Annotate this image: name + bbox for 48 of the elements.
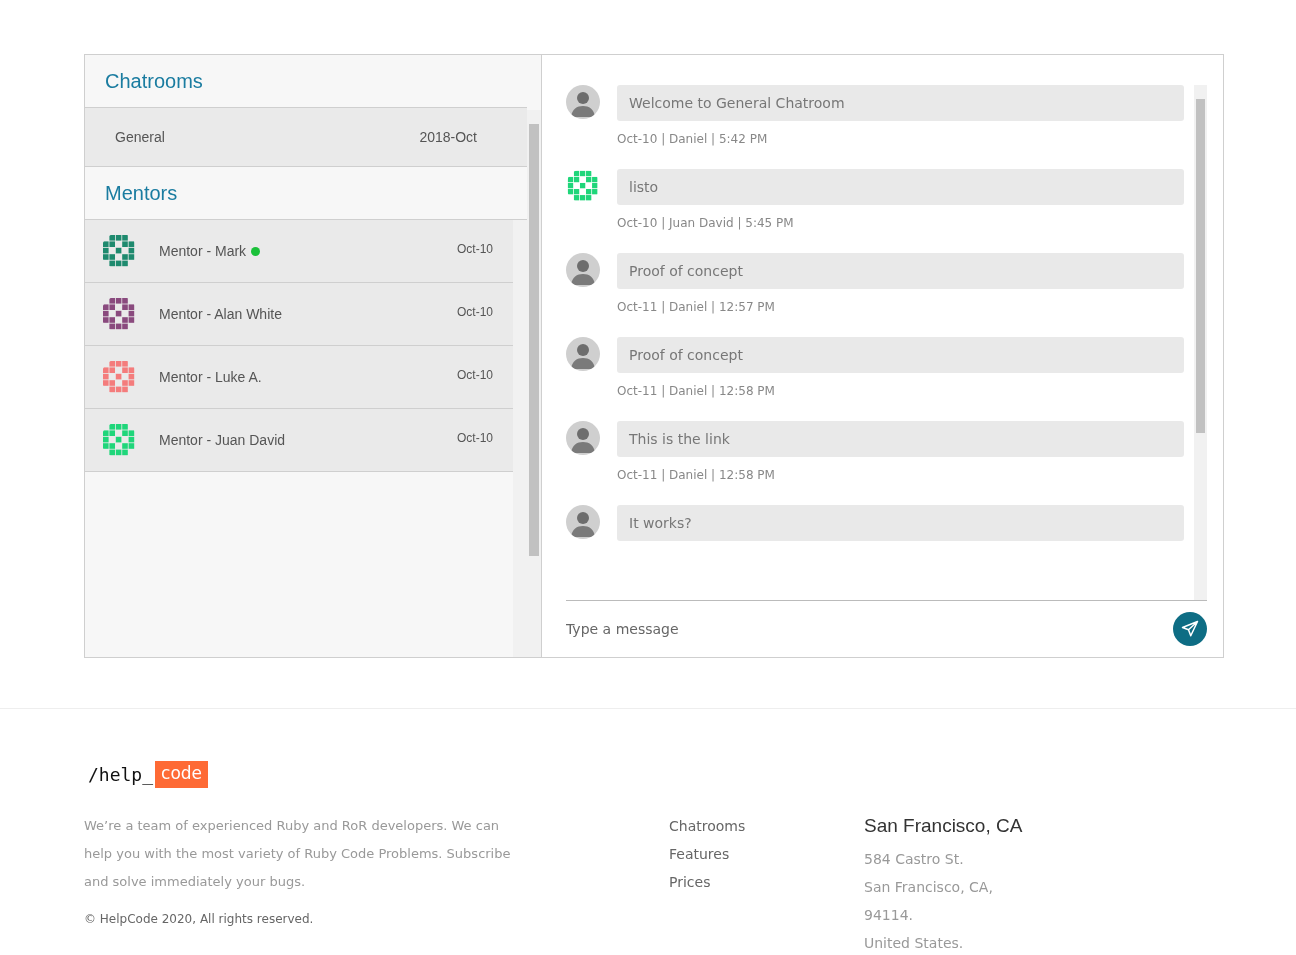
message-bubble: Welcome to General Chatroom [617, 85, 1184, 121]
paper-plane-icon [1181, 620, 1199, 639]
footer-link[interactable]: Prices [669, 874, 864, 890]
mentor-item[interactable]: Mentor - Luke A. Oct-10 [85, 346, 513, 409]
footer-link[interactable]: Chatrooms [669, 818, 864, 834]
avatar-photo [566, 337, 600, 371]
send-button[interactable] [1173, 612, 1207, 647]
about-text: We’re a team of experienced Ruby and RoR developers. We can help you with the most variety of Ruby Code Problems. Subscribe and solve immediately your bugs. [84, 817, 512, 891]
date-text: Oct-10 [457, 431, 493, 445]
scrollbar[interactable] [527, 110, 541, 657]
date-text: Oct-10 [457, 305, 493, 319]
avatar-photo [566, 505, 600, 539]
mentor-name: Mentor - Mark [159, 243, 247, 259]
message-bubble: It works? [617, 505, 1184, 541]
avatar-photo [566, 421, 600, 455]
date-text: Oct-10 [457, 242, 493, 256]
message-meta: Oct-11 | Daniel | 12:58 PM [617, 468, 775, 482]
message-bubble: listo [617, 169, 1184, 205]
date-text: Oct-10 [457, 368, 493, 382]
section-title: Chatrooms [105, 69, 203, 93]
message-meta: Oct-10 | Daniel | 5:42 PM [617, 132, 768, 146]
mentor-item[interactable]: Mentor - Juan David Oct-10 [85, 409, 513, 472]
message-meta: Oct-11 | Daniel | 12:58 PM [617, 384, 775, 398]
logo[interactable]: /help_ code [84, 761, 209, 788]
message-bubble: This is the link [617, 421, 1184, 457]
scrollbar[interactable] [1194, 85, 1207, 601]
mentor-name: Mentor - Juan David [159, 432, 286, 448]
chatroom-item[interactable]: General 2018-Oct [85, 108, 527, 167]
mentor-name: Mentor - Alan White [159, 306, 282, 322]
section-title: Mentors [105, 181, 178, 205]
avatar-photo [566, 85, 600, 119]
mentor-item[interactable]: Mentor - Mark Oct-10 [85, 220, 513, 283]
copyright-text: © HelpCode 2020, All rights reserved. [84, 912, 315, 926]
address-line: 94114. [864, 906, 914, 925]
address-line: 584 Castro St. [864, 850, 965, 869]
scrollbar[interactable] [513, 220, 527, 657]
message-bubble: Proof of concept [617, 337, 1184, 373]
mentor-item[interactable]: Mentor - Alan White Oct-10 [85, 283, 513, 346]
message-bubble: Proof of concept [617, 253, 1184, 289]
message-input[interactable]: Type a message [566, 621, 1173, 638]
footer-link[interactable]: Features [669, 846, 864, 862]
avatar-photo [566, 253, 600, 287]
message-meta: Oct-11 | Daniel | 12:57 PM [617, 300, 775, 314]
address-heading: San Francisco, CA [864, 815, 1023, 837]
message-meta: Oct-10 | Juan David | 5:45 PM [617, 216, 794, 230]
mentor-name: Mentor - Luke A. [159, 369, 262, 385]
address-line: San Francisco, CA, [864, 878, 994, 897]
address-line: United States. [864, 934, 965, 953]
